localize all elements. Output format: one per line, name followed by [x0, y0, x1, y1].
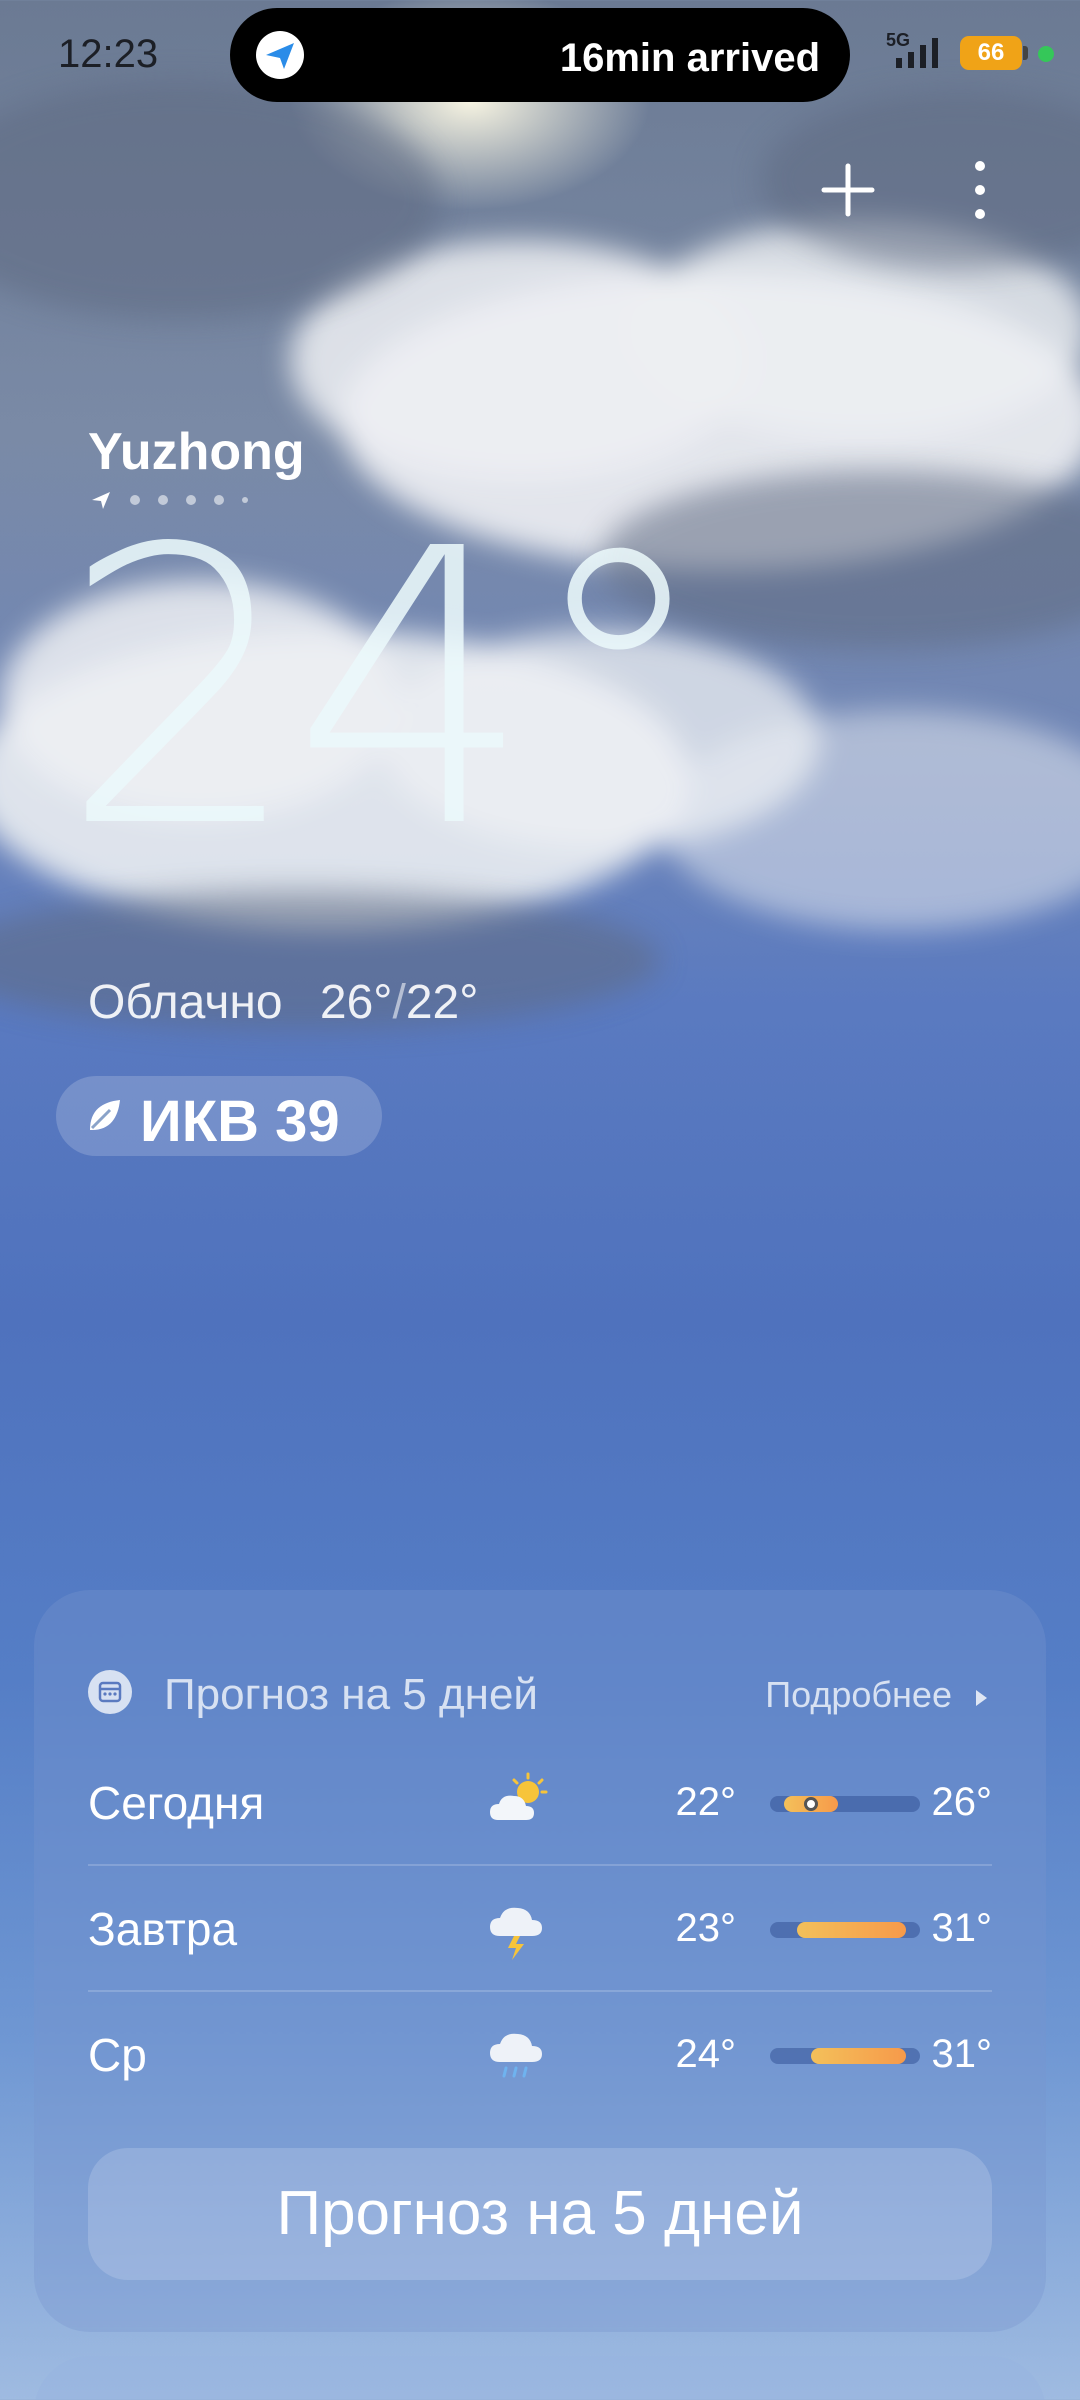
temp-range-bar [770, 2048, 920, 2064]
aqi-badge[interactable]: ИКВ 39 [56, 1076, 382, 1156]
status-time: 12:23 [58, 32, 159, 76]
temp-range-fill [810, 2048, 907, 2064]
forecast-low: 22° [675, 1780, 737, 1824]
dynamic-island[interactable]: 16min arrived [230, 8, 850, 102]
details-link[interactable]: Подробнее [765, 1674, 992, 1716]
thunderstorm-icon [490, 1907, 542, 1960]
leaf-icon [90, 1100, 120, 1130]
forecast-low: 23° [675, 1906, 737, 1950]
condition-text: Облачно [88, 976, 283, 1029]
forecast-day: Ср [88, 2029, 147, 2081]
temp-range-bar [770, 1922, 920, 1938]
current-temp-marker [803, 1797, 818, 1811]
forecast-high: 31° [931, 2032, 993, 2076]
status-bar: 12:23 16min arrived 5G 66 [0, 0, 1080, 110]
forecast-high: 26° [931, 1780, 993, 1824]
forecast-row-today[interactable]: Сегодня 22° 26° [88, 1740, 992, 1866]
forecast-low: 24° [675, 2032, 737, 2076]
low-temp: 22° [405, 976, 479, 1029]
forecast-header: Прогноз на 5 дней Подробнее [88, 1662, 992, 1722]
navigation-app-icon [256, 31, 304, 79]
high-temp: 26° [319, 976, 393, 1029]
triangle-right-icon [976, 1690, 987, 1706]
rain-icon [490, 2033, 542, 2078]
more-options-button[interactable] [940, 150, 1020, 230]
details-link-label: Подробнее [765, 1674, 952, 1715]
forecast-high: 31° [931, 1906, 993, 1950]
forecast-row-wednesday[interactable]: Ср 24° 31° [88, 1992, 992, 2118]
calendar-icon [88, 1670, 132, 1714]
temp-separator: / [392, 976, 406, 1029]
more-vertical-icon [975, 161, 985, 219]
plus-icon [821, 163, 875, 217]
forecast-day: Завтра [88, 1903, 238, 1955]
partly-cloudy-icon [490, 1772, 548, 1820]
signal-icon [896, 38, 938, 68]
add-city-button[interactable] [808, 150, 888, 230]
forecast-row-tomorrow[interactable]: Завтра 23° 31° [88, 1866, 992, 1992]
current-temperature: 24° [60, 468, 714, 911]
forecast-card: Прогноз на 5 дней Подробнее Сегодня 22° … [34, 1590, 1046, 2332]
island-text: 16min arrived [559, 36, 820, 80]
forecast-day: Сегодня [88, 1777, 265, 1829]
temp-range-fill [797, 1922, 907, 1938]
next-card [34, 2356, 1046, 2400]
forecast-title: Прогноз на 5 дней [164, 1670, 538, 1719]
temp-range-bar [770, 1796, 920, 1812]
condition-line: Облачно 26°/22° [88, 975, 478, 1030]
aqi-value: ИКВ 39 [140, 1089, 340, 1154]
privacy-indicator [1038, 46, 1054, 62]
battery-icon: 66 [960, 36, 1028, 70]
five-day-forecast-button[interactable]: Прогноз на 5 дней [88, 2148, 992, 2280]
